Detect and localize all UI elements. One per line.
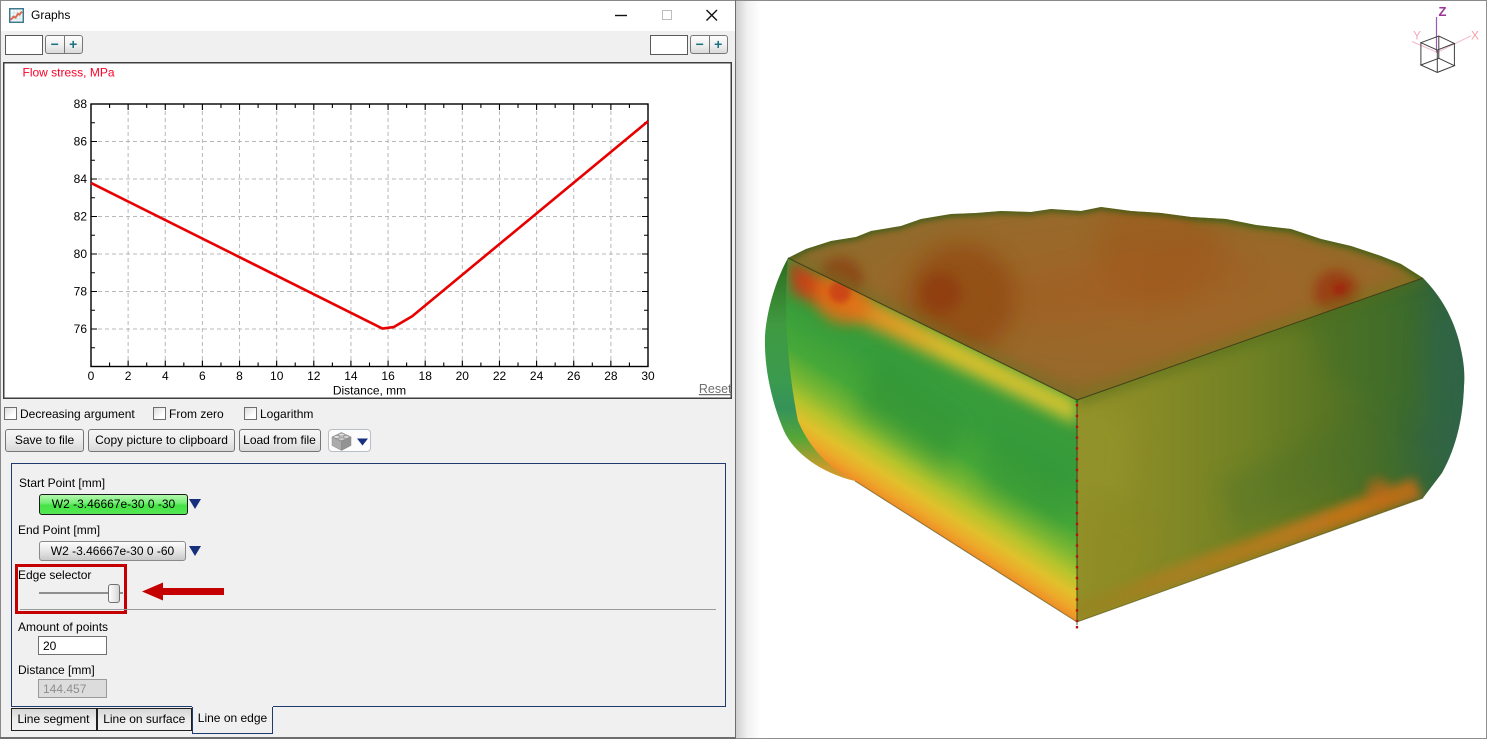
svg-text:6: 6 [199,369,206,383]
svg-text:14: 14 [344,369,358,383]
svg-text:Z: Z [1439,4,1447,19]
svg-text:8: 8 [236,369,243,383]
svg-text:78: 78 [74,285,88,299]
svg-text:88: 88 [74,97,88,111]
svg-text:22: 22 [493,369,507,383]
svg-text:24: 24 [530,369,544,383]
svg-text:84: 84 [74,172,88,186]
svg-text:2: 2 [125,369,132,383]
svg-text:80: 80 [74,247,88,261]
svg-text:X: X [1471,29,1479,43]
svg-text:12: 12 [307,369,321,383]
svg-text:16: 16 [381,369,395,383]
svg-text:4: 4 [162,369,169,383]
svg-text:26: 26 [567,369,581,383]
svg-text:Flow stress, MPa: Flow stress, MPa [23,65,115,79]
svg-text:76: 76 [74,322,88,336]
svg-text:10: 10 [270,369,284,383]
svg-text:28: 28 [604,369,618,383]
svg-text:18: 18 [419,369,433,383]
svg-text:20: 20 [456,369,470,383]
svg-text:86: 86 [74,135,88,149]
svg-text:0: 0 [88,369,95,383]
svg-text:Y: Y [1413,29,1421,43]
svg-text:Distance, mm: Distance, mm [333,384,406,398]
svg-text:30: 30 [641,369,655,383]
svg-text:Reset: Reset [699,382,732,396]
svg-text:82: 82 [74,210,88,224]
